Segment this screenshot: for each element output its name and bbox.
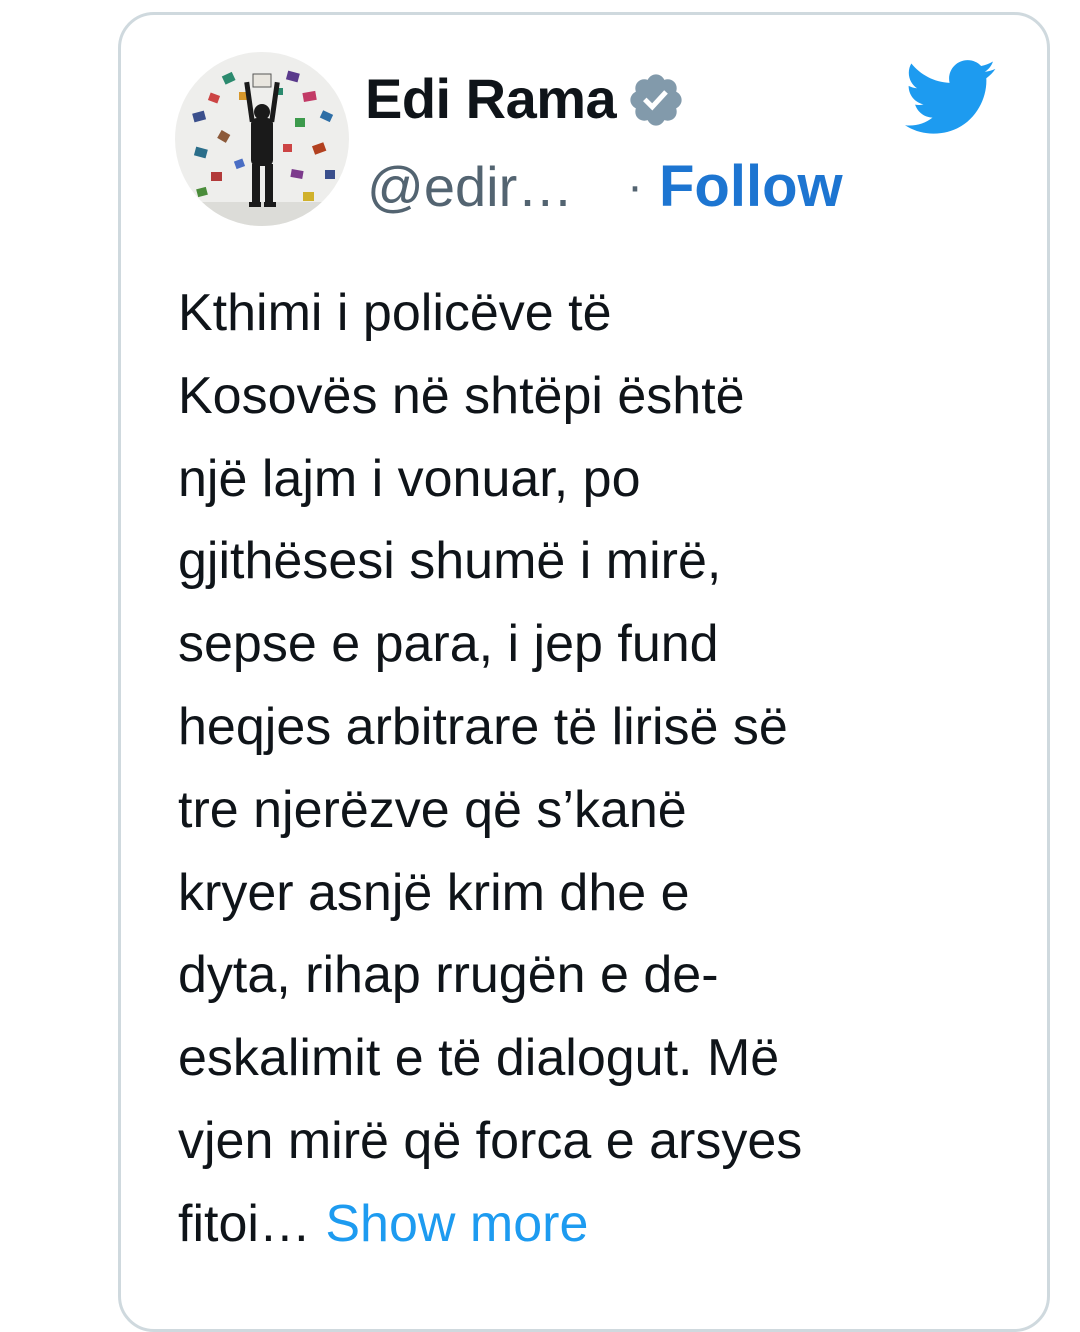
- verified-badge-icon: [630, 74, 682, 126]
- twitter-bird-icon[interactable]: [905, 58, 997, 138]
- avatar[interactable]: [175, 52, 349, 226]
- tweet-line: Kosovës në shtëpi është: [178, 366, 745, 425]
- show-more-link[interactable]: Show more: [325, 1195, 588, 1253]
- tweet-line: heqjes arbitrare të lirisë së: [178, 697, 788, 756]
- tweet-last-line: fitoi… Show more: [178, 1183, 1008, 1266]
- author-name[interactable]: Edi Rama: [365, 66, 617, 131]
- follow-button[interactable]: Follow: [659, 153, 843, 220]
- tweet-line: tre njerëzve që s’kanë: [178, 780, 687, 839]
- tweet-line: Kthimi i policëve të: [178, 284, 612, 342]
- author-handle[interactable]: @edir…: [367, 154, 627, 219]
- tweet-truncated-text: fitoi…: [178, 1194, 311, 1253]
- tweet-line: një lajm i vonuar, po: [178, 449, 641, 508]
- tweet-line: gjithësesi shumë i mirë,: [178, 532, 722, 591]
- author-name-row[interactable]: Edi Rama: [365, 58, 686, 138]
- tweet-line: vjen mirë që forca e arsyes: [178, 1111, 803, 1170]
- author-handle-row: @edir… · Follow: [367, 148, 843, 224]
- tweet-line: sepse e para, i jep fund: [178, 615, 719, 674]
- tweet-text: Kthimi i policëve të Kosovës në shtëpi ë…: [178, 272, 1008, 1266]
- avatar-image: [175, 52, 349, 226]
- tweet-line: kryer asnjë krim dhe e: [178, 863, 690, 922]
- tweet-line: dyta, rihap rrugën e de-: [178, 946, 719, 1005]
- separator-dot: ·: [627, 159, 643, 213]
- tweet-line: eskalimit e të dialogut. Më: [178, 1029, 780, 1088]
